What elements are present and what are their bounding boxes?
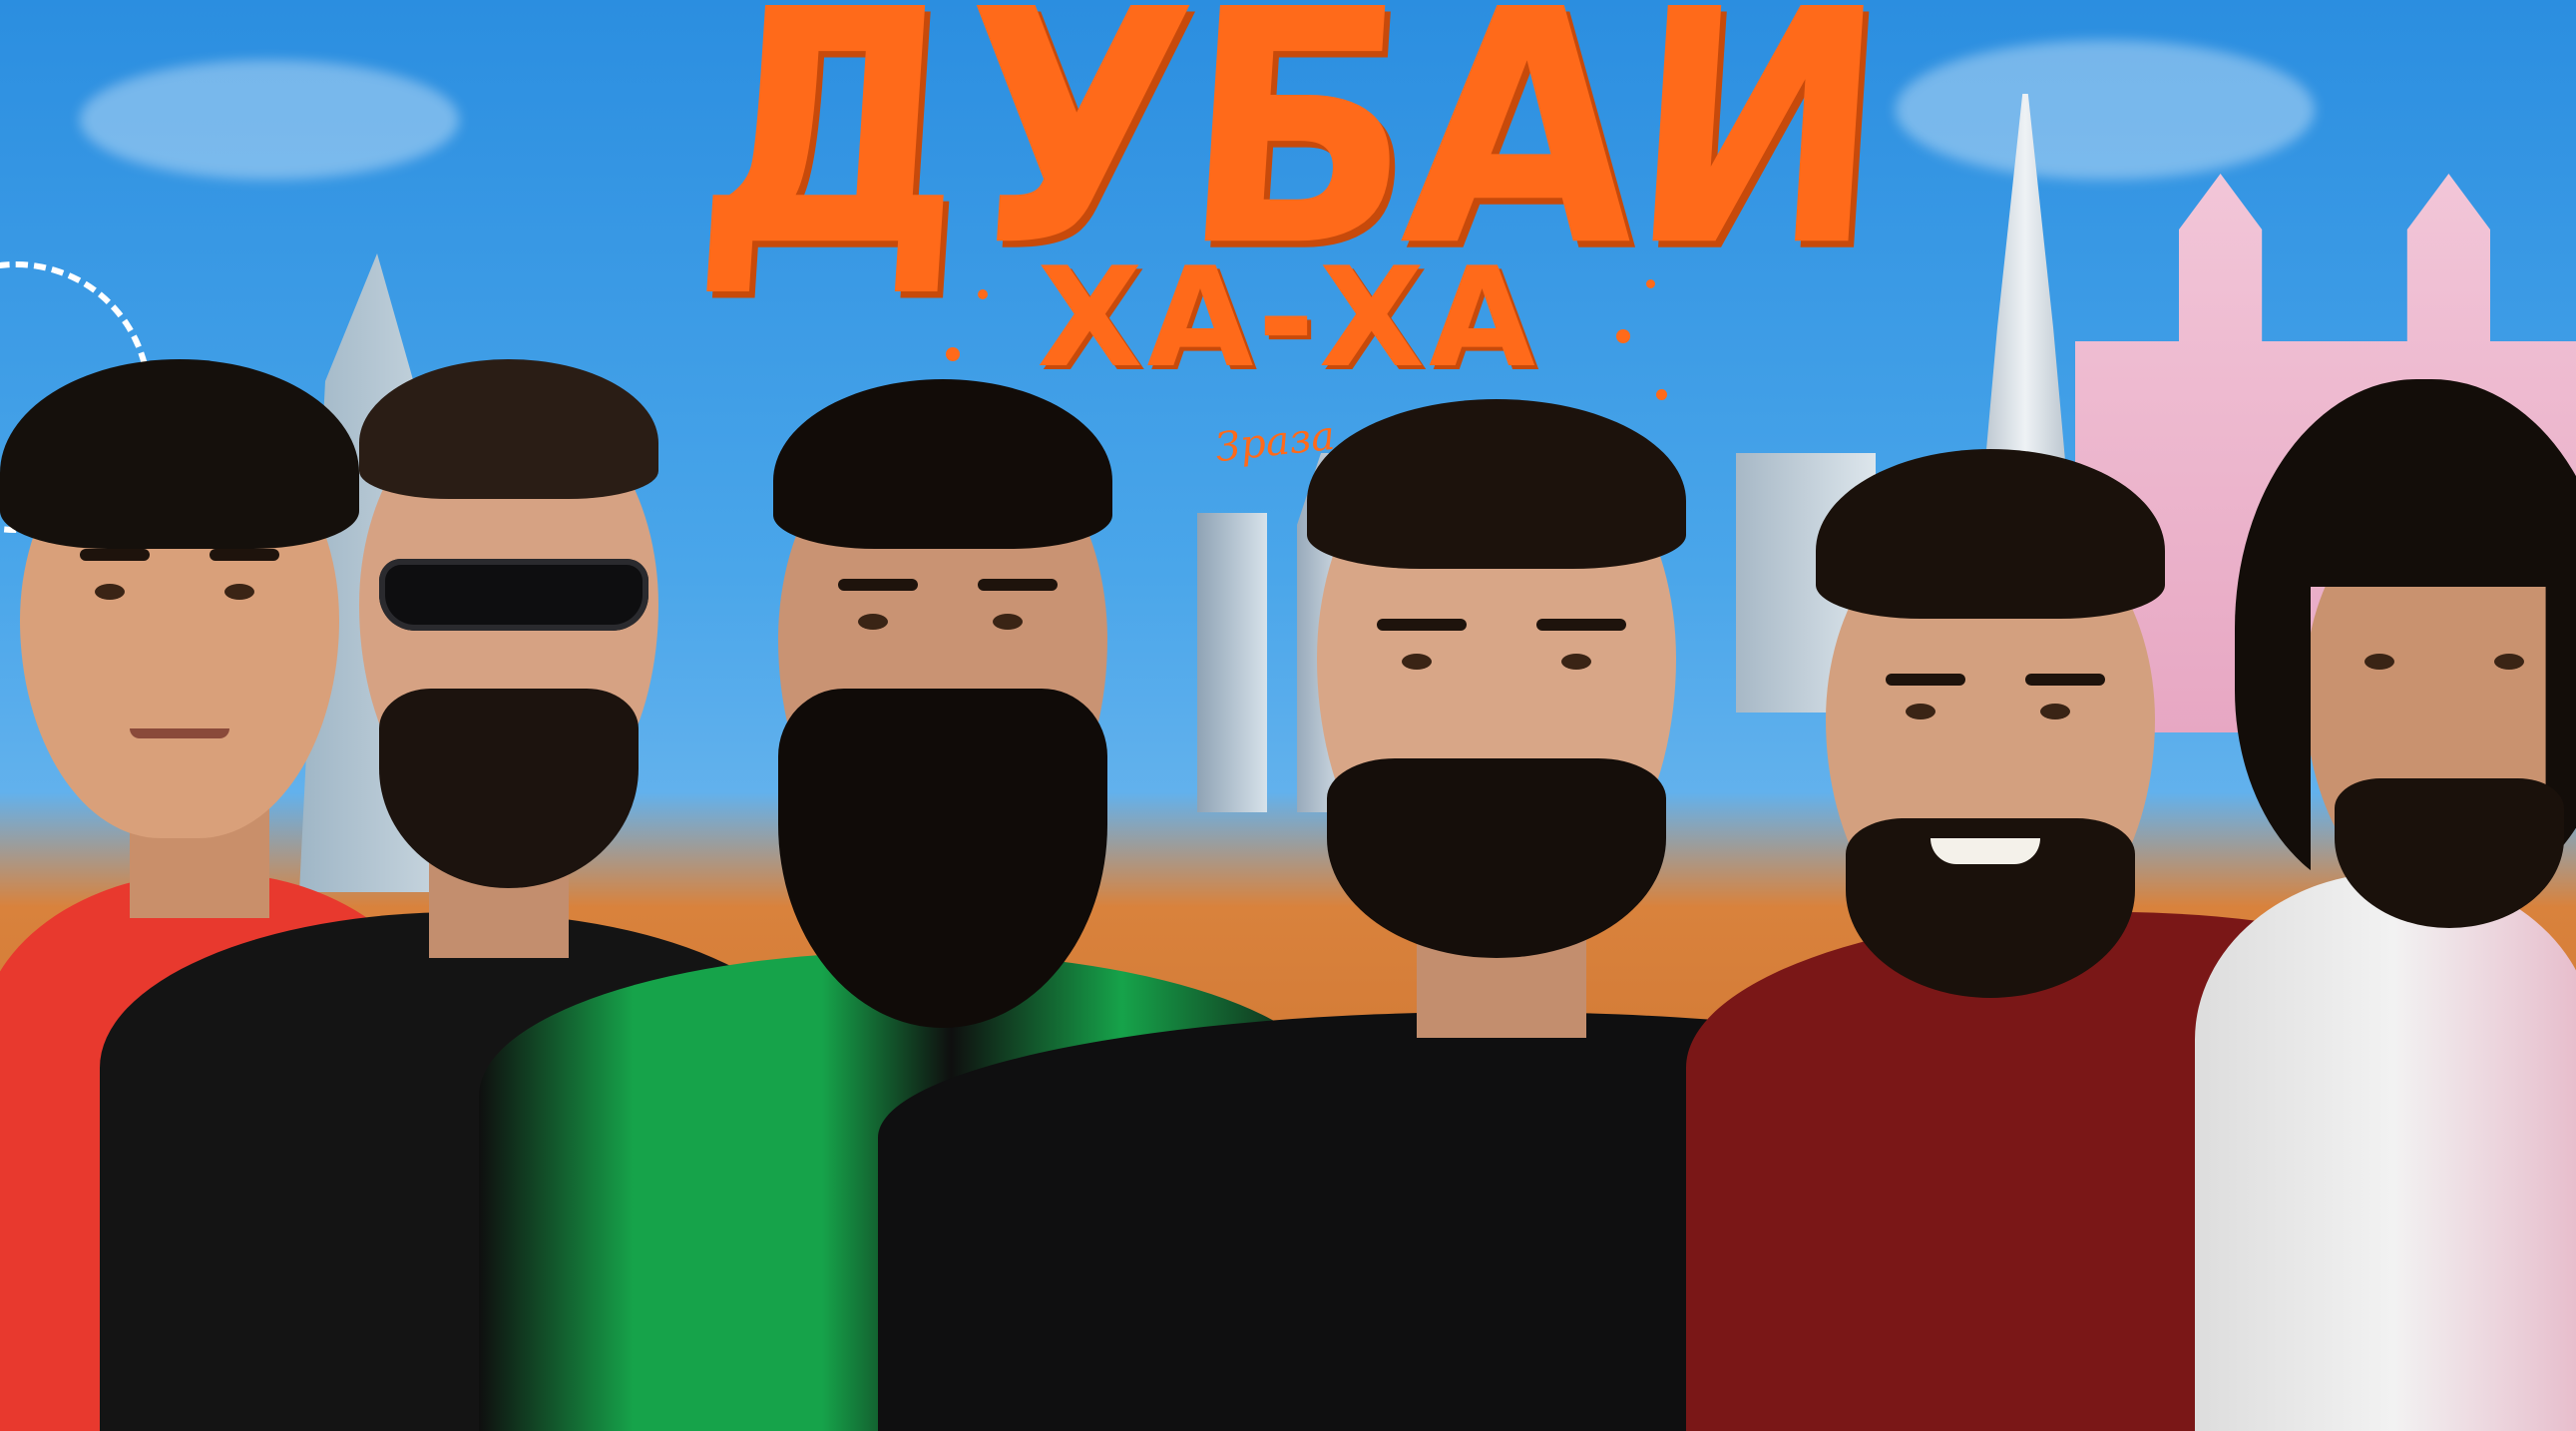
person-6 <box>2195 379 2576 1431</box>
person-6-shirt <box>2195 872 2576 1431</box>
person-5-hair <box>1816 449 2165 619</box>
paint-splat <box>1616 329 1630 343</box>
person-4-beard <box>1327 758 1666 958</box>
poster: ДУБАЙ ХА-ХА Зраза <box>0 0 2576 1431</box>
paint-splat <box>978 289 988 299</box>
paint-splat <box>946 347 960 361</box>
paint-splat <box>1646 279 1655 288</box>
person-4-hair <box>1307 399 1686 569</box>
